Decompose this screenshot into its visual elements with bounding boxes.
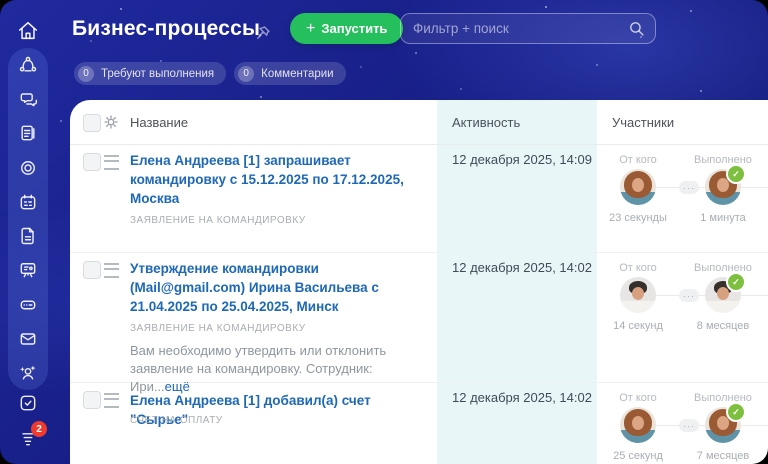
process-type-label: ЗАЯВЛЕНИЕ НА КОМАНДИРОВКУ [130,215,306,226]
participants-cell: От кого Выполнено ··· ✓ 14 секунд 8 меся… [597,252,768,382]
ellipsis-bubble[interactable]: ··· [679,419,699,432]
chip-need-action[interactable]: 0 Требуют выполнения [74,62,227,85]
drag-handle-icon[interactable] [104,393,119,408]
from-duration: 23 секунды [609,212,667,224]
filter-chips: 0 Требуют выполнения 0 Комментарии [74,62,346,85]
row-checkbox[interactable] [83,391,101,409]
participants-cell: От кого Выполнено ··· ✓ 23 секунды 1 мин… [597,144,768,252]
table-row: Утверждение командировки (Mail@gmail.com… [70,252,768,394]
tasks-check-icon [20,395,36,411]
table-row: Елена Андреева [1] добавил(а) счет "Сырь… [70,382,768,464]
row-checkbox[interactable] [83,153,101,171]
table-row: Елена Андреева [1] запрашивает командиро… [70,144,768,253]
home-icon [18,21,38,40]
from-avatar[interactable] [620,277,656,313]
sidebar-item-messenger[interactable] [18,89,38,109]
sidebar-item-mail[interactable] [18,329,38,349]
search-input[interactable] [400,13,656,44]
calendar-icon [20,194,36,210]
sidebar-item-people[interactable] [18,363,38,383]
connector-line [638,425,768,426]
run-button[interactable]: + Запустить [290,13,404,44]
check-badge-icon: ✓ [726,402,746,422]
done-duration: 7 месяцев [696,450,750,462]
process-type-label: СЧЕТ НА ОПЛАТУ [130,415,223,426]
chip-label: Требуют выполнения [101,67,215,80]
plus-icon: + [306,19,316,37]
activity-date: 12 декабря 2025, 14:02 [452,260,592,275]
process-type-label: ЗАЯВЛЕНИЕ НА КОМАНДИРОВКУ [130,323,306,334]
sidebar-item-calendar[interactable] [18,192,38,212]
sidebar-item-news[interactable] [18,123,38,143]
from-duration: 25 секунд [613,450,663,462]
sidebar-item-documents[interactable] [18,226,38,246]
done-label: Выполнено [694,154,752,166]
select-all-checkbox[interactable] [83,114,101,132]
sidebar: 2 [0,0,56,464]
done-label: Выполнено [694,392,752,404]
page-title: Бизнес-процессы [72,17,261,40]
process-list-card: Название Активность Участники Елена Андр… [70,100,768,464]
ellipsis-bubble[interactable]: ··· [679,289,699,302]
drive-icon [20,300,36,309]
sidebar-item-home[interactable] [17,20,39,42]
notification-badge: 2 [31,421,47,437]
drag-handle-icon[interactable] [104,155,119,170]
chip-count: 0 [78,65,94,82]
from-avatar[interactable] [620,169,656,205]
sidebar-icon-group [8,48,48,390]
connector-line [638,187,768,188]
chip-count: 0 [238,65,255,82]
done-duration: 8 месяцев [696,320,750,332]
check-badge-icon: ✓ [726,272,746,292]
app-window: 2 Бизнес-процессы + Запустить 0 Требуют … [0,0,768,464]
process-title-link[interactable]: Утверждение командировки (Mail@gmail.com… [130,259,432,316]
done-avatar[interactable]: ✓ [705,272,746,313]
whiteboard-icon [20,263,36,278]
ellipsis-bubble[interactable]: ··· [679,181,699,194]
sidebar-item-more[interactable]: 2 [18,421,47,448]
chat-bubbles-icon [20,93,38,107]
feed-icon [19,56,37,72]
people-icon [20,365,36,380]
crm-ring-icon [21,160,35,175]
column-header-name[interactable]: Название [130,115,188,130]
pin-icon[interactable] [254,24,272,42]
activity-date: 12 декабря 2025, 14:02 [452,390,592,405]
from-label: От кого [619,392,657,404]
process-title-link[interactable]: Елена Андреева [1] запрашивает командиро… [130,151,432,208]
done-avatar[interactable]: ✓ [705,164,746,205]
chip-label: Комментарии [261,67,334,80]
participants-cell: От кого Выполнено ··· ✓ 25 секунд 7 меся… [597,382,768,464]
document-icon [21,227,34,245]
done-avatar[interactable]: ✓ [705,402,746,443]
from-label: От кого [619,154,657,166]
from-avatar[interactable] [620,407,656,443]
chip-comments[interactable]: 0 Комментарии [234,62,346,85]
check-badge-icon: ✓ [726,164,746,184]
mail-icon [20,333,36,345]
done-duration: 1 минута [700,212,746,224]
sidebar-item-drive[interactable] [18,295,38,315]
sidebar-item-whiteboard[interactable] [18,260,38,280]
column-header-activity[interactable]: Активность [452,115,520,130]
row-checkbox[interactable] [83,261,101,279]
column-header-participants[interactable]: Участники [612,115,674,130]
news-icon [21,126,35,141]
sidebar-item-tasks[interactable] [18,393,38,413]
gear-icon[interactable] [103,114,119,130]
drag-handle-icon[interactable] [104,263,119,278]
from-duration: 14 секунд [613,320,663,332]
sidebar-item-feed[interactable] [18,55,38,75]
activity-date: 12 декабря 2025, 14:09 [452,152,592,167]
from-label: От кого [619,262,657,274]
run-button-label: Запустить [321,21,388,36]
connector-line [638,295,768,296]
sidebar-item-crm[interactable] [18,158,38,178]
table-header: Название Активность Участники [70,100,768,145]
done-label: Выполнено [694,262,752,274]
